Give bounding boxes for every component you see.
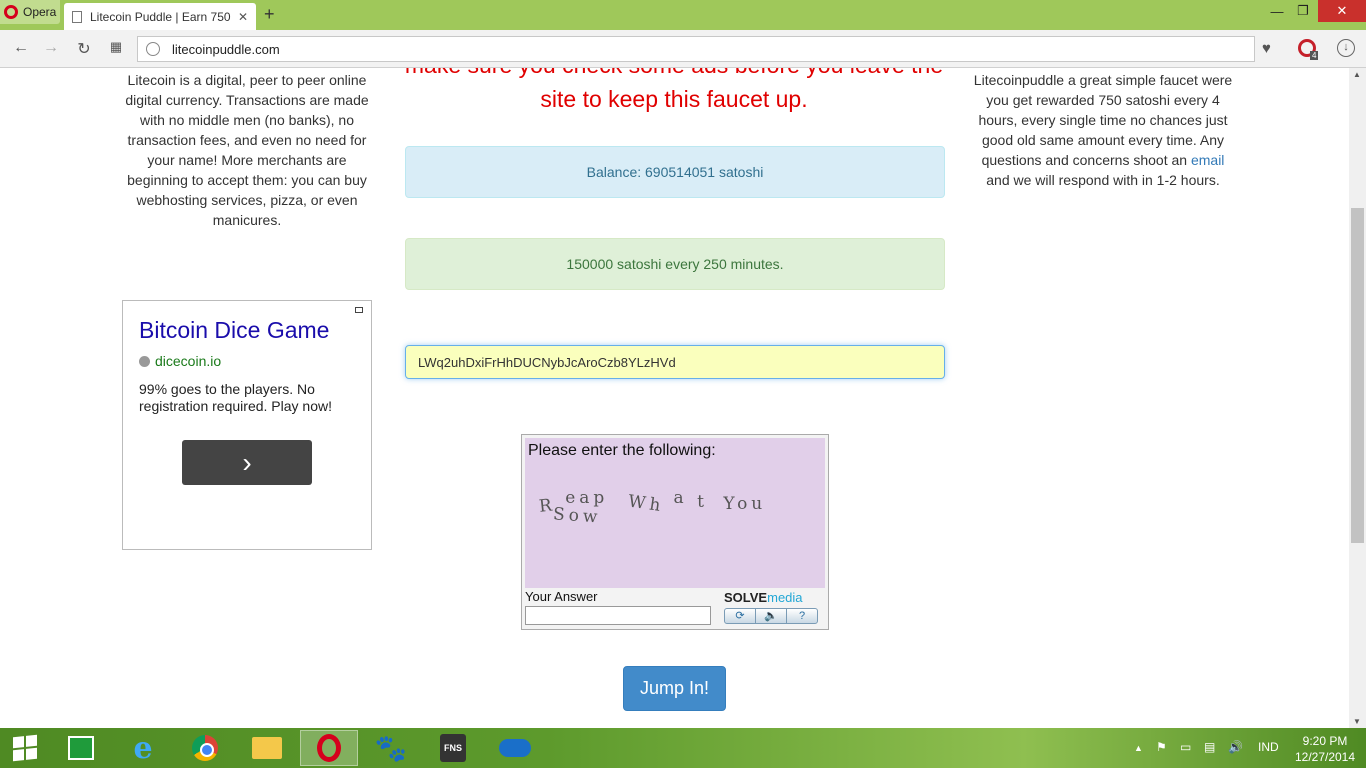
- captcha-answer-label: Your Answer: [525, 589, 598, 604]
- wallet-address-input[interactable]: LWq2uhDxiFrHhDUCNybJcAroCzb8YLzHVd: [405, 345, 945, 379]
- taskbar-store[interactable]: [52, 730, 110, 766]
- jump-in-button[interactable]: Jump In!: [623, 666, 726, 711]
- network-icon[interactable]: ▤: [1204, 740, 1215, 754]
- download-icon[interactable]: ↓: [1337, 39, 1355, 57]
- email-link[interactable]: email: [1191, 152, 1224, 168]
- opera-icon: [317, 734, 341, 762]
- minimize-button[interactable]: —: [1264, 0, 1290, 22]
- ad-body: 99% goes to the players. No registration…: [139, 381, 332, 414]
- tab-title: Litecoin Puddle | Earn 750 :: [90, 9, 234, 24]
- captcha-word: You: [723, 494, 767, 514]
- paw-icon: 🐾: [374, 732, 408, 763]
- scroll-up-icon[interactable]: ▲: [1353, 70, 1361, 79]
- taskbar-paw-app[interactable]: 🐾: [362, 730, 420, 766]
- captcha-prompt: Please enter the following:: [528, 442, 716, 459]
- clock-time: 9:20 PM: [1302, 734, 1348, 748]
- taskbar-ie[interactable]: e: [114, 730, 172, 766]
- scroll-down-icon[interactable]: ▼: [1353, 717, 1361, 726]
- chrome-icon: [192, 735, 218, 761]
- page-scrollbar[interactable]: ▲ ▼: [1349, 68, 1366, 728]
- fns-icon: FNS: [440, 734, 466, 762]
- audio-icon[interactable]: 🔈: [756, 609, 787, 623]
- globe-icon: [139, 355, 150, 367]
- solvemedia-logo-light: media: [767, 590, 803, 605]
- captcha-answer-input[interactable]: [525, 606, 711, 625]
- captcha-widget: Please enter the following: R eap Wh a t…: [521, 434, 829, 630]
- scrollbar-thumb[interactable]: [1351, 208, 1364, 543]
- ad-arrow-button[interactable]: ›: [182, 440, 312, 485]
- wallet-address-value: LWq2uhDxiFrHhDUCNybJcAroCzb8YLzHVd: [418, 354, 676, 370]
- taskbar-opera[interactable]: [300, 730, 358, 766]
- url-text: litecoinpuddle.com: [172, 41, 280, 57]
- adblock-count-badge: 4: [1310, 51, 1319, 60]
- solvemedia-logo: SOLVEmedia: [724, 590, 803, 605]
- opera-logo-icon: [4, 5, 18, 19]
- start-button[interactable]: [0, 730, 50, 766]
- faucet-description: Litecoinpuddle a great simple faucet wer…: [972, 70, 1234, 190]
- system-clock[interactable]: 9:20 PM 12/27/2014: [1290, 733, 1360, 765]
- ad-banner[interactable]: Bitcoin Dice Game dicecoin.io 99% goes t…: [122, 300, 372, 550]
- input-language[interactable]: IND: [1258, 740, 1279, 754]
- captcha-word: Sow: [552, 504, 603, 528]
- volume-icon[interactable]: 🔊: [1228, 740, 1243, 754]
- opera-menu-label: Opera: [23, 5, 57, 19]
- clock-date: 12/27/2014: [1294, 750, 1356, 764]
- close-window-button[interactable]: ✕: [1318, 0, 1366, 22]
- store-icon: [68, 736, 94, 760]
- maximize-button[interactable]: ❐: [1290, 0, 1316, 22]
- rate-alert: 150000 satoshi every 250 minutes.: [405, 238, 945, 290]
- address-toolbar: ← → ↻ ▦ litecoinpuddle.com ♥ 4 ↓: [0, 30, 1366, 68]
- ad-site[interactable]: dicecoin.io: [139, 353, 221, 369]
- back-arrow-icon[interactable]: ←: [10, 39, 32, 57]
- opera-menu-button[interactable]: Opera: [0, 0, 60, 24]
- show-hidden-icons[interactable]: ▲: [1134, 743, 1143, 753]
- solvemedia-logo-bold: SOLVE: [724, 590, 768, 605]
- power-icon[interactable]: ▭: [1180, 740, 1191, 754]
- windows-taskbar: e 🐾 FNS ▲ ⚑ ▭ ▤ 🔊 IND 9:20 PM 12/27/2014: [0, 728, 1366, 768]
- captcha-word: a: [673, 488, 688, 508]
- speed-dial-grid-icon[interactable]: ▦: [105, 39, 127, 55]
- new-tab-button[interactable]: +: [264, 4, 275, 25]
- adchoices-icon[interactable]: [355, 307, 363, 313]
- captcha-word: t: [697, 492, 708, 512]
- onedrive-cloud-icon: [499, 739, 531, 757]
- bookmark-heart-icon[interactable]: ♥: [1262, 40, 1271, 57]
- rate-text: 150000 satoshi every 250 minutes.: [566, 256, 784, 272]
- ad-site-text: dicecoin.io: [155, 353, 222, 369]
- folder-icon: [252, 737, 282, 759]
- taskbar-chrome[interactable]: [176, 730, 234, 766]
- captcha-puzzle: Please enter the following: R eap Wh a t…: [525, 438, 825, 588]
- internet-explorer-icon: e: [133, 730, 153, 766]
- balance-text: Balance: 690514051 satoshi: [586, 164, 764, 180]
- faucet-description-tail: and we will respond with in 1-2 hours.: [986, 172, 1220, 188]
- taskbar-file-explorer[interactable]: [238, 730, 296, 766]
- document-icon: [72, 10, 82, 23]
- site-info-icon[interactable]: [146, 42, 160, 56]
- tab-litecoin-puddle[interactable]: Litecoin Puddle | Earn 750 : ✕: [64, 3, 256, 30]
- captcha-phrase: R eap Wh a t You Sow: [538, 488, 825, 530]
- title-bar: Opera Litecoin Puddle | Earn 750 : ✕ + —…: [0, 0, 1366, 30]
- windows-logo-icon: [13, 734, 37, 762]
- ad-title[interactable]: Bitcoin Dice Game: [139, 317, 329, 344]
- captcha-word: Wh: [626, 491, 666, 517]
- taskbar-fns[interactable]: FNS: [424, 730, 482, 766]
- ads-warning: make sure you check some ads before you …: [405, 68, 943, 112]
- litecoin-description: Litecoin is a digital, peer to peer onli…: [125, 72, 369, 228]
- reload-icon[interactable]: ↻: [73, 39, 95, 59]
- address-bar[interactable]: litecoinpuddle.com: [137, 36, 1255, 62]
- balance-alert: Balance: 690514051 satoshi: [405, 146, 945, 198]
- taskbar-onedrive[interactable]: [486, 730, 544, 766]
- help-icon[interactable]: ?: [787, 609, 817, 623]
- action-center-flag-icon[interactable]: ⚑: [1156, 740, 1167, 754]
- captcha-controls: ⟳ 🔈 ?: [724, 608, 818, 624]
- refresh-icon[interactable]: ⟳: [725, 609, 756, 623]
- tab-close-icon[interactable]: ✕: [238, 10, 248, 24]
- page-viewport: Litecoin is a digital, peer to peer onli…: [0, 68, 1349, 728]
- forward-arrow-icon[interactable]: →: [40, 39, 62, 57]
